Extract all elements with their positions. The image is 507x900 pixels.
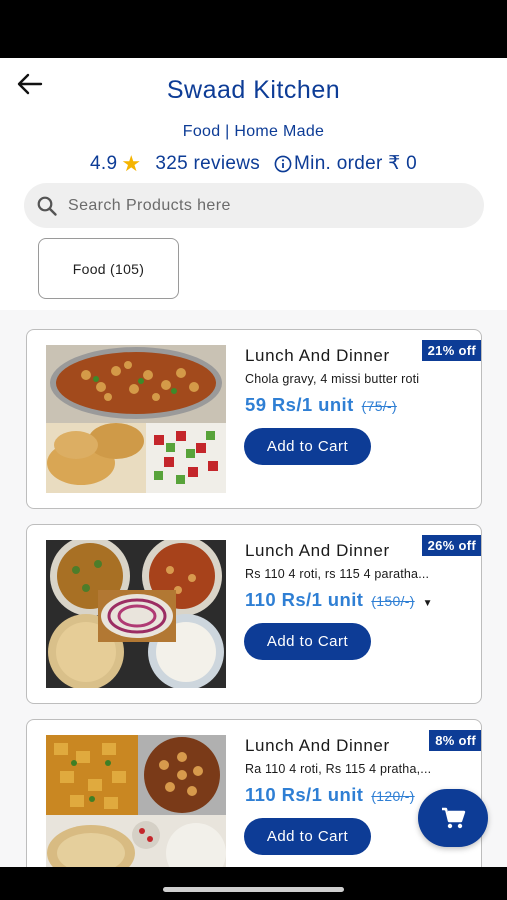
- discount-badge: 21% off: [421, 340, 481, 361]
- product-image: [46, 735, 226, 867]
- store-header: Swaad Kitchen Food | Home Made 4.9 ★ 325…: [0, 58, 507, 310]
- price-row: 110 Rs/1 unit (120/-): [245, 784, 415, 806]
- search-input[interactable]: Search Products here: [24, 183, 484, 228]
- add-to-cart-button[interactable]: Add to Cart: [244, 623, 371, 660]
- product-name: Lunch And Dinner: [245, 346, 390, 365]
- product-mrp: (75/-): [361, 398, 397, 414]
- store-title: Swaad Kitchen: [166, 76, 341, 104]
- product-card[interactable]: Lunch And Dinner 21% off Chola gravy, 4 …: [26, 329, 482, 509]
- cart-button[interactable]: [418, 789, 488, 847]
- product-card[interactable]: Lunch And Dinner 8% off Ra 110 4 roti, R…: [26, 719, 482, 867]
- price-row: 110 Rs/1 unit (150/-) ▼: [245, 589, 433, 611]
- product-name: Lunch And Dinner: [245, 736, 390, 755]
- search-placeholder: Search Products here: [68, 196, 231, 214]
- system-nav-bar: [0, 867, 507, 900]
- product-card[interactable]: Lunch And Dinner 26% off Rs 110 4 roti, …: [26, 524, 482, 704]
- discount-badge: 8% off: [429, 730, 481, 751]
- store-meta: 4.9 ★ 325 reviews Min. order ₹ 0: [0, 152, 507, 175]
- add-to-cart-button[interactable]: Add to Cart: [244, 818, 371, 855]
- home-indicator[interactable]: [163, 887, 344, 892]
- product-description: Ra 110 4 roti, Rs 115 4 pratha,...: [245, 762, 432, 776]
- product-price: 110 Rs/1 unit: [245, 784, 364, 805]
- product-image: [46, 540, 226, 688]
- store-category: Food | Home Made: [182, 123, 325, 140]
- product-mrp: (120/-): [371, 788, 415, 804]
- product-list[interactable]: Lunch And Dinner 21% off Chola gravy, 4 …: [0, 310, 507, 867]
- product-name: Lunch And Dinner: [245, 541, 390, 560]
- reviews-count[interactable]: 325 reviews: [155, 153, 260, 175]
- info-icon: [274, 155, 292, 173]
- add-to-cart-button[interactable]: Add to Cart: [244, 428, 371, 465]
- product-description: Rs 110 4 roti, rs 115 4 paratha...: [245, 567, 430, 581]
- cart-icon: [442, 807, 466, 829]
- status-bar: [0, 0, 507, 58]
- category-chip-food[interactable]: Food (105): [38, 238, 179, 299]
- product-price: 59 Rs/1 unit: [245, 394, 354, 415]
- search-icon: [37, 196, 57, 216]
- product-image: [46, 345, 226, 493]
- product-mrp: (150/-): [371, 593, 415, 609]
- product-price: 110 Rs/1 unit: [245, 589, 364, 610]
- product-description: Chola gravy, 4 missi butter roti: [245, 372, 420, 386]
- star-icon: ★: [121, 150, 142, 176]
- discount-badge: 26% off: [421, 535, 481, 556]
- price-row: 59 Rs/1 unit (75/-): [245, 394, 397, 416]
- caret-down-icon[interactable]: ▼: [423, 598, 433, 609]
- rating-value: 4.9: [90, 152, 118, 174]
- min-order: Min. order ₹ 0: [294, 153, 417, 174]
